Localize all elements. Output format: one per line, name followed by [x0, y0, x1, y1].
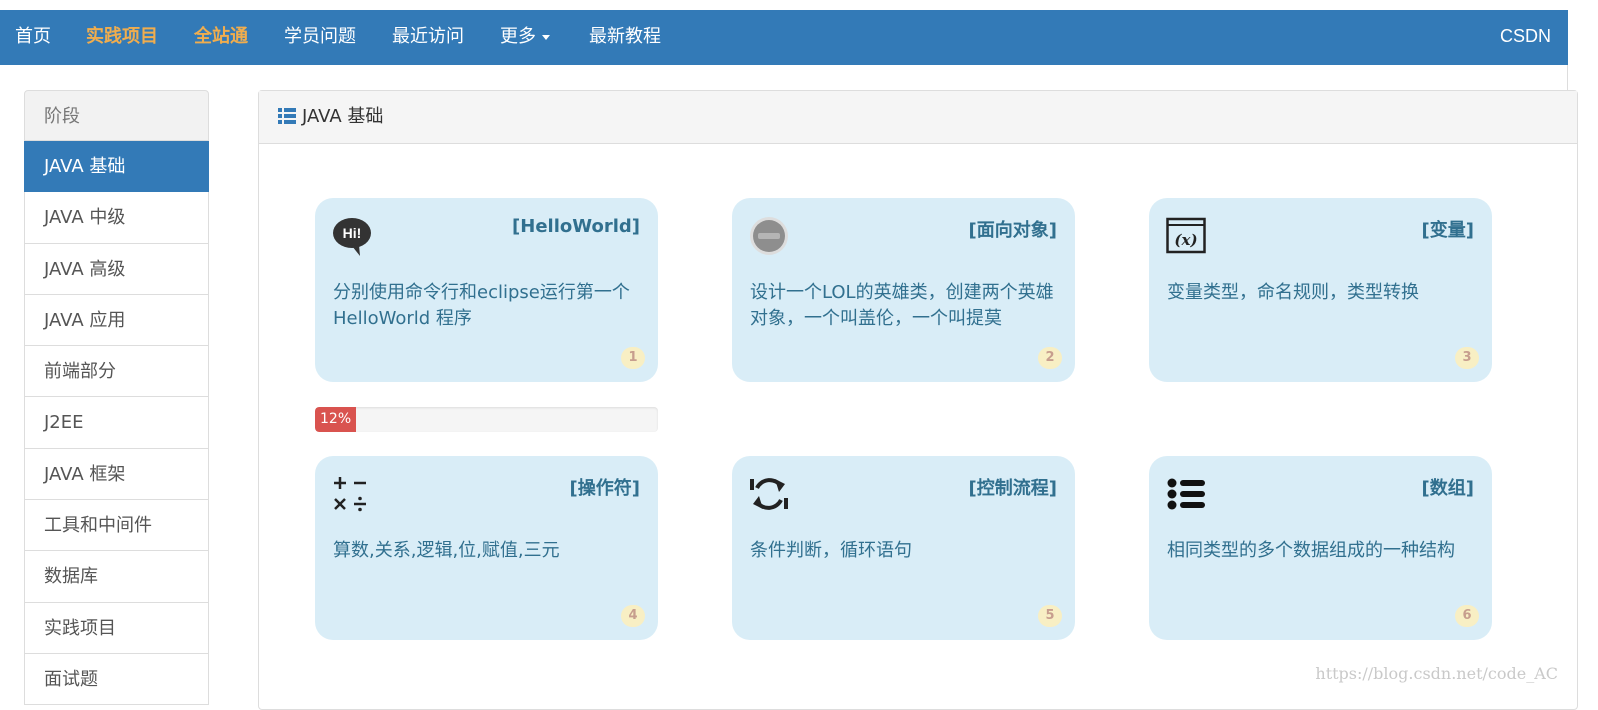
brand-link[interactable]: CSDN [1500, 10, 1551, 65]
sidebar-item-frontend[interactable]: 前端部分 [24, 346, 209, 397]
nav-item-home[interactable]: 首页 [15, 10, 51, 65]
card-title[interactable]: [变量] [1422, 216, 1474, 242]
card-description: 算数,关系,逻辑,位,赋值,三元 [333, 538, 641, 564]
card-description: 条件判断，循环语句 [750, 538, 1058, 564]
hi-speech-bubble-icon: Hi! [332, 216, 372, 256]
panel-title: JAVA 基础 [302, 106, 383, 127]
card-description: 设计一个LOL的英雄类，创建两个英雄对象，一个叫盖伦，一个叫提莫 [750, 280, 1058, 332]
sidebar-item-java-intermediate[interactable]: JAVA 中级 [24, 192, 209, 243]
lesson-card-arrays[interactable]: [数组] 相同类型的多个数据组成的一种结构 6 [1149, 456, 1492, 640]
sidebar-item-projects[interactable]: 实践项目 [24, 603, 209, 654]
card-number-badge: 4 [621, 605, 645, 627]
card-title[interactable]: [数组] [1422, 474, 1474, 500]
card-description: 变量类型，命名规则，类型转换 [1167, 280, 1475, 306]
card-description: 相同类型的多个数据组成的一种结构 [1167, 538, 1475, 564]
nav-item-latest-tutorials[interactable]: 最新教程 [589, 10, 661, 65]
nav-item-projects[interactable]: 实践项目 [86, 10, 158, 65]
sidebar-item-j2ee[interactable]: J2EE [24, 397, 209, 448]
learning-progress-bar: 12% [315, 407, 658, 432]
sidebar-item-tools-middleware[interactable]: 工具和中间件 [24, 500, 209, 551]
svg-text:Hi!: Hi! [343, 225, 362, 241]
lesson-card-operators[interactable]: [操作符] 算数,关系,逻辑,位,赋值,三元 4 [315, 456, 658, 640]
card-number-badge: 2 [1038, 347, 1062, 369]
lol-logo-icon [749, 216, 789, 256]
svg-text:(x): (x) [1174, 231, 1197, 249]
nav-item-all-access[interactable]: 全站通 [194, 10, 248, 65]
nav-more-label: 更多 [500, 26, 536, 47]
card-title[interactable]: [HelloWorld] [512, 216, 640, 237]
sidebar-item-java-basic[interactable]: JAVA 基础 [24, 141, 209, 192]
refresh-loop-icon [749, 474, 789, 514]
card-number-badge: 6 [1455, 605, 1479, 627]
card-number-badge: 5 [1038, 605, 1062, 627]
nav-item-recent[interactable]: 最近访问 [392, 10, 464, 65]
card-title[interactable]: [控制流程] [969, 474, 1057, 500]
card-number-badge: 3 [1455, 347, 1479, 369]
list-icon [278, 108, 296, 124]
sidebar-header: 阶段 [24, 90, 209, 141]
panel-heading: JAVA 基础 [259, 91, 1577, 144]
nav-item-more-dropdown[interactable]: 更多 [500, 10, 550, 65]
sidebar-item-java-frameworks[interactable]: JAVA 框架 [24, 449, 209, 500]
card-title[interactable]: [操作符] [570, 474, 640, 500]
lesson-card-oop[interactable]: [面向对象] 设计一个LOL的英雄类，创建两个英雄对象，一个叫盖伦，一个叫提莫 … [732, 198, 1075, 382]
math-operators-icon [332, 474, 372, 514]
sidebar-item-database[interactable]: 数据库 [24, 551, 209, 602]
list-bullets-icon [1166, 474, 1206, 514]
sidebar-item-java-application[interactable]: JAVA 应用 [24, 295, 209, 346]
sidebar-item-java-advanced[interactable]: JAVA 高级 [24, 244, 209, 295]
card-number-badge: 1 [621, 347, 645, 369]
watermark: https://blog.csdn.net/code_AC [1315, 664, 1558, 683]
lesson-card-variables[interactable]: (x) [变量] 变量类型，命名规则，类型转换 3 [1149, 198, 1492, 382]
card-description: 分别使用命令行和eclipse运行第一个HelloWorld 程序 [333, 280, 641, 332]
sidebar-item-interview[interactable]: 面试题 [24, 654, 209, 705]
caret-down-icon [542, 35, 550, 40]
lesson-card-control-flow[interactable]: [控制流程] 条件判断，循环语句 5 [732, 456, 1075, 640]
card-title[interactable]: [面向对象] [969, 216, 1057, 242]
top-navbar: 首页 实践项目 全站通 学员问题 最近访问 更多 最新教程 CSDN [0, 10, 1568, 65]
progress-fill: 12% [315, 407, 356, 432]
lesson-card-helloworld[interactable]: Hi! [HelloWorld] 分别使用命令行和eclipse运行第一个Hel… [315, 198, 658, 382]
nav-item-student-questions[interactable]: 学员问题 [284, 10, 356, 65]
stage-sidebar: 阶段 JAVA 基础 JAVA 中级 JAVA 高级 JAVA 应用 前端部分 … [24, 90, 209, 705]
variable-x-icon: (x) [1166, 216, 1206, 256]
